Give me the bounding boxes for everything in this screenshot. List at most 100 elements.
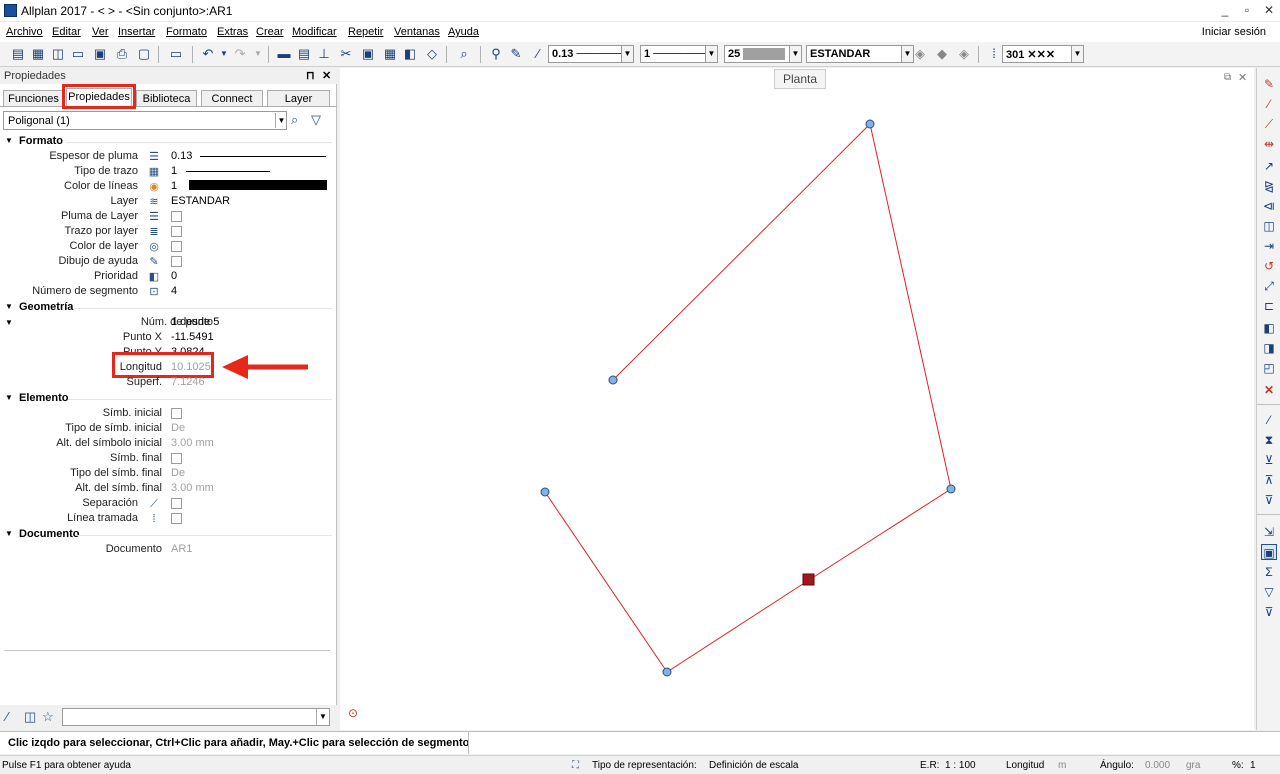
save-icon[interactable]: ▣ [92, 46, 108, 62]
pen-combo[interactable]: 0.13 ──────── [548, 45, 622, 63]
menu-ayuda[interactable]: Ayuda [448, 26, 479, 38]
funnel-multi-icon[interactable]: ⊽ [1261, 604, 1277, 620]
favorite-combo[interactable]: ▼ [62, 708, 330, 726]
menu-ventanas[interactable]: Ventanas [394, 26, 440, 38]
select-filter-icon[interactable]: ⧗ [1261, 432, 1277, 448]
collapse-formato-icon[interactable]: ▼ [5, 136, 13, 145]
print-icon[interactable]: ⎙ [114, 46, 130, 62]
undo-icon[interactable]: ↶ [200, 46, 216, 62]
scale-icon[interactable]: ⤢ [1261, 278, 1277, 294]
funnel-icon[interactable]: ▽ [1261, 584, 1277, 600]
filter-point-icon[interactable]: ⊼ [1261, 472, 1277, 488]
point-number-value[interactable]: 1 desde 5 [171, 316, 219, 328]
cut-icon[interactable]: ✂ [338, 46, 354, 62]
dashed-line-checkbox[interactable] [171, 513, 182, 524]
pen-by-layer-checkbox[interactable] [171, 211, 182, 222]
rotate-icon[interactable]: ↺ [1261, 258, 1277, 274]
angle-unit[interactable]: gra [1186, 760, 1200, 771]
dimension-icon[interactable]: ⊥ [316, 46, 332, 62]
point-x-value[interactable]: -11.5491 [171, 331, 214, 343]
pen-dropdown[interactable]: ▼ [621, 45, 634, 63]
split-icon[interactable]: ◨ [1261, 340, 1277, 356]
modify-icon[interactable]: ⟋ [1261, 116, 1277, 132]
hatch-toggle-icon[interactable]: ⁞ [986, 46, 1002, 62]
representation-value[interactable]: Definición de escala [709, 760, 799, 771]
open-favorite-icon[interactable]: ◫ [24, 709, 36, 725]
layer-dropdown[interactable]: ▼ [901, 45, 914, 63]
menu-repetir[interactable]: Repetir [348, 26, 383, 38]
zoom-icon[interactable]: ⌕ [291, 112, 298, 128]
menu-ver[interactable]: Ver [92, 26, 109, 38]
redo-dropdown-icon[interactable]: ▼ [250, 46, 266, 62]
end-symbol-checkbox[interactable] [171, 453, 182, 464]
new-icon[interactable]: ◫ [50, 46, 66, 62]
layer-value[interactable]: ESTANDAR [171, 195, 230, 207]
tab-layer[interactable]: Layer [267, 90, 330, 107]
menu-crear[interactable]: Crear [256, 26, 284, 38]
selection-dropdown-icon[interactable]: ▼ [275, 113, 287, 128]
copy-icon[interactable]: ▣ [360, 46, 376, 62]
color-by-layer-checkbox[interactable] [171, 241, 182, 252]
stretch-icon[interactable]: ↗ [1261, 158, 1277, 174]
close-button[interactable]: ✕ [1260, 3, 1278, 19]
join-icon[interactable]: ◰ [1261, 360, 1277, 376]
drawing-canvas[interactable]: Planta ⧉ ✕ ⊙ [340, 68, 1254, 730]
priority-value[interactable]: 0 [171, 270, 177, 282]
filter-group-icon[interactable]: ⊽ [1261, 492, 1277, 508]
hatch-dropdown[interactable]: ▼ [1071, 45, 1084, 63]
tab-connect[interactable]: Connect [201, 90, 263, 107]
color-dropdown[interactable]: ▼ [789, 45, 802, 63]
collapse-geometria-icon[interactable]: ▼ [5, 302, 13, 311]
login-link[interactable]: Iniciar sesión [1202, 26, 1266, 38]
segments-value[interactable]: 4 [171, 285, 177, 297]
undo-dropdown-icon[interactable]: ▼ [216, 46, 232, 62]
tab-biblioteca[interactable]: Biblioteca [136, 90, 197, 107]
line-combo[interactable]: 1 ───────── [640, 45, 706, 63]
eyedropper-icon[interactable]: ⁄ [530, 46, 546, 62]
color-value[interactable]: 1 [171, 180, 177, 192]
pen-tool-icon[interactable]: ✎ [508, 46, 524, 62]
collapse-points-icon[interactable]: ▼ [5, 318, 13, 327]
start-symbol-checkbox[interactable] [171, 408, 182, 419]
layer-lock-icon[interactable]: ◈ [956, 46, 972, 62]
filter-arrow-icon[interactable]: ⇲ [1261, 524, 1277, 540]
line-dropdown[interactable]: ▼ [705, 45, 718, 63]
restore-button[interactable]: ▫ [1238, 3, 1256, 19]
menu-formato[interactable]: Formato [166, 26, 207, 38]
filter-line-icon[interactable]: ⊻ [1261, 452, 1277, 468]
cube-icon[interactable]: ◇ [424, 46, 440, 62]
length-unit-value[interactable]: m [1058, 760, 1066, 771]
offset-icon[interactable]: ⇹ [1261, 136, 1277, 152]
eraser-icon[interactable]: ✎ [1261, 76, 1277, 92]
line-by-layer-checkbox[interactable] [171, 226, 182, 237]
pen-red-icon[interactable]: ⁄ [1261, 96, 1277, 112]
aux-drawing-checkbox[interactable] [171, 256, 182, 267]
layout-icon[interactable]: ▤ [10, 46, 26, 62]
find-icon[interactable]: ⌕ [456, 46, 472, 62]
collapse-documento-icon[interactable]: ▼ [5, 529, 13, 538]
comment-icon[interactable]: ▢ [136, 46, 152, 62]
mirror-copy-icon[interactable]: ⧏ [1261, 198, 1277, 214]
panel-close-icon[interactable]: ✕ [322, 69, 331, 82]
windows-icon[interactable]: ◧ [402, 46, 418, 62]
move-icon[interactable]: ⇥ [1261, 238, 1277, 254]
extend-icon[interactable]: ◧ [1261, 320, 1277, 336]
menu-extras[interactable]: Extras [217, 26, 248, 38]
open-icon[interactable]: ▭ [70, 46, 86, 62]
trim-icon[interactable]: ⊏ [1261, 298, 1277, 314]
filter-icon[interactable]: ▽ [311, 112, 321, 128]
mirror-icon[interactable]: ⧎ [1261, 178, 1277, 194]
separation-checkbox[interactable] [171, 498, 182, 509]
minimize-button[interactable]: _ [1216, 3, 1234, 19]
redo-icon[interactable]: ↷ [232, 46, 248, 62]
snap-icon[interactable]: ⊙ [348, 706, 358, 720]
collapse-elemento-icon[interactable]: ▼ [5, 393, 13, 402]
layer-visible-icon[interactable]: ◆ [934, 46, 950, 62]
measure-icon[interactable]: ▬ [276, 46, 292, 62]
polyline-drawing[interactable] [340, 68, 1254, 730]
favorite-dropdown-icon[interactable]: ▼ [316, 709, 329, 725]
hatch-combo[interactable]: 301 ✕✕✕ [1002, 45, 1072, 63]
calc-icon[interactable]: ▦ [30, 46, 46, 62]
delete-icon[interactable]: ✕ [1261, 382, 1277, 398]
angle-value[interactable]: 0.000 [1145, 760, 1170, 771]
